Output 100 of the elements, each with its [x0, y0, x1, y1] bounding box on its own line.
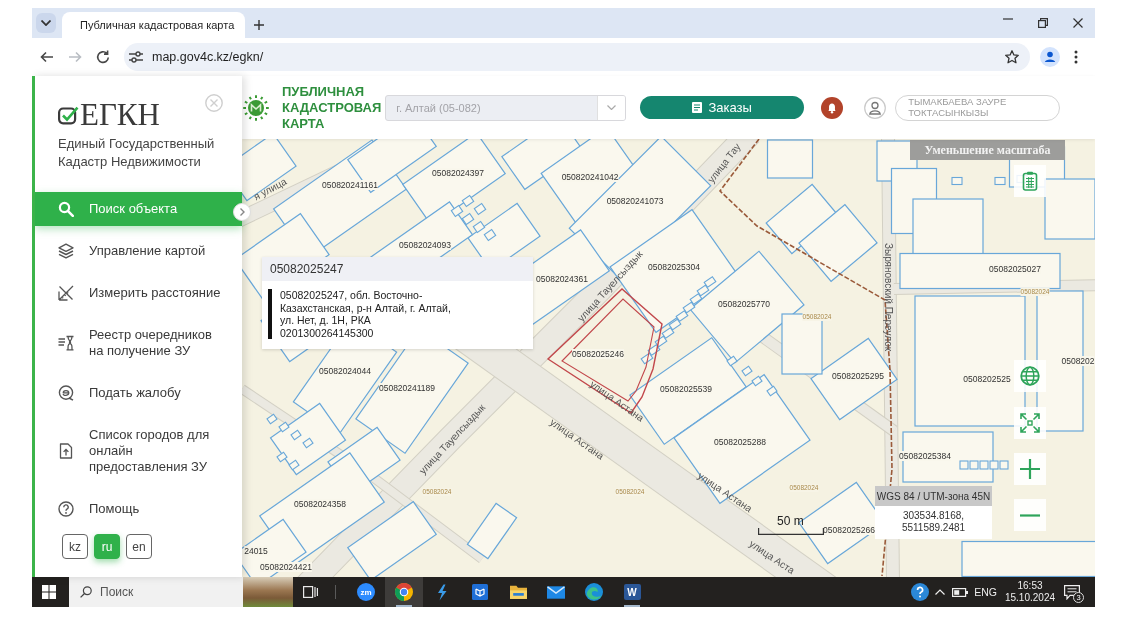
parcel-number: 24015 — [244, 546, 268, 556]
help-icon — [58, 501, 74, 517]
building-outline — [682, 301, 696, 314]
bell-icon[interactable] — [821, 96, 844, 119]
parcel-number: 0508202525 — [963, 374, 1011, 384]
person-icon[interactable] — [1040, 47, 1060, 67]
parcel-number: 05082025770 — [718, 299, 770, 309]
star-icon[interactable] — [1005, 50, 1019, 64]
close-icon[interactable] — [1072, 18, 1083, 28]
list-hourglass-icon — [58, 335, 74, 351]
ruler-icon — [58, 285, 74, 301]
map-title: ПУБЛИЧНАЯ КАДАСТРОВАЯ КАРТА — [282, 83, 382, 132]
language-button[interactable]: en — [126, 534, 152, 559]
building-outline — [302, 437, 314, 449]
clock-time[interactable]: 16:53 — [1017, 580, 1043, 592]
reload-icon[interactable] — [96, 50, 110, 64]
map-control-button[interactable] — [1014, 360, 1046, 392]
minimize-icon[interactable] — [1002, 18, 1013, 20]
building-outline — [675, 309, 689, 323]
building-outline — [726, 355, 738, 367]
building-outline — [751, 375, 763, 387]
sidebar-item[interactable]: Подать жалобу — [35, 376, 242, 410]
layers-icon — [58, 243, 74, 259]
tune-icon[interactable] — [129, 51, 143, 63]
building-outline — [266, 413, 278, 425]
sidebar-item[interactable]: Помощь — [35, 492, 242, 526]
building-outline — [288, 459, 300, 471]
building-outline — [461, 212, 475, 226]
lightning-icon — [437, 583, 447, 601]
restore-icon[interactable] — [1037, 18, 1048, 28]
address-bar[interactable]: map.gov4c.kz/egkn/ — [124, 43, 1030, 71]
search-icon — [58, 201, 74, 217]
building-outline — [661, 326, 675, 340]
tab-list-button[interactable] — [36, 13, 56, 33]
orders-button[interactable]: Заказы — [640, 96, 805, 119]
user-icon[interactable] — [864, 96, 887, 119]
coordinate-system: WGS 84 / UTM-зона 45N — [875, 486, 992, 506]
notification-icon[interactable] — [1064, 584, 1080, 600]
language-indicator[interactable]: ENG — [974, 586, 997, 598]
back-arrow-icon[interactable] — [40, 50, 54, 64]
sun-logo-icon — [243, 94, 269, 121]
scale-label: 50 m — [777, 515, 804, 528]
chevron-right-icon[interactable] — [233, 203, 251, 221]
sidebar-item[interactable]: Управление картой — [35, 234, 242, 268]
coordinate-value: 5511589.2481 — [900, 522, 967, 534]
popup-title: 05082025247 — [262, 257, 533, 281]
parcel-number: 05082025246 — [572, 349, 624, 359]
map-control-button[interactable] — [1014, 165, 1046, 197]
building-outline — [473, 202, 487, 216]
map-control-button[interactable] — [1014, 453, 1046, 485]
plus-icon — [1020, 459, 1040, 479]
taskbar-button[interactable] — [385, 577, 423, 607]
browser-icon — [395, 583, 413, 601]
building-outline — [278, 421, 290, 433]
search-icon — [80, 586, 92, 598]
clock-date[interactable]: 15.10.2024 — [1004, 592, 1056, 604]
taskbar-button[interactable]: W — [613, 577, 651, 607]
parcel-number: 05082025295 — [832, 371, 884, 381]
parcel-number: 05082024421 — [260, 562, 312, 572]
task-view-icon[interactable] — [302, 586, 318, 598]
browser-icon — [585, 583, 603, 601]
chevron-up-icon[interactable] — [935, 589, 946, 595]
chevron-down-icon — [41, 20, 51, 26]
speech-bubble-icon — [58, 385, 74, 401]
parcel-number: 050820241042 — [561, 172, 619, 182]
parcel-number: 050820241161 — [321, 180, 379, 190]
parcel-number: 05082024093 — [399, 240, 451, 250]
logo-text: ЕГКН — [80, 99, 160, 131]
parcel-number: 05082025288 — [714, 437, 766, 447]
browser-tab[interactable]: Публичная кадастровая карта — [62, 12, 245, 38]
parcel-code: 0201300264145300 — [280, 326, 375, 339]
plus-icon[interactable] — [254, 20, 264, 30]
box-icon — [472, 584, 488, 600]
battery-icon[interactable] — [952, 587, 969, 597]
clipboard-list-icon — [1021, 171, 1039, 191]
help-icon[interactable] — [911, 583, 930, 601]
parcel-number: 05082024361 — [536, 274, 588, 284]
sidebar-item[interactable]: Список городов для онлайн предоставления ЗУ — [35, 418, 242, 484]
map-control-button[interactable] — [1014, 407, 1046, 439]
taskbar-search-field[interactable]: Поиск — [69, 577, 293, 607]
parcel-number: 05082025304 — [648, 262, 700, 272]
file-upload-icon — [58, 443, 74, 459]
building-outline — [450, 204, 464, 218]
building-outline — [668, 318, 682, 331]
sidebar-item[interactable]: Измерить расстояние — [35, 276, 242, 310]
parcel-number: 050820241073 — [606, 196, 664, 206]
chevron-down-icon — [607, 105, 617, 110]
menu-icon[interactable] — [1074, 50, 1078, 64]
globe-icon — [1020, 366, 1040, 386]
building-outline — [276, 451, 288, 463]
language-button[interactable]: kz — [62, 534, 88, 559]
building-outline — [696, 284, 710, 297]
sidebar-item[interactable]: Реестр очередников на получение ЗУ — [35, 318, 242, 368]
parcel-number: 05082025539 — [660, 384, 712, 394]
subtitle-text: Единый Государственный Кадастр Недвижимости — [58, 135, 216, 171]
coordinate-value: 303534.8168, — [901, 510, 966, 522]
parcel-number: 05082024358 — [294, 499, 346, 509]
parcel-number: 0508202 — [1061, 356, 1095, 366]
folder-icon — [509, 585, 527, 599]
start-icon[interactable] — [42, 585, 56, 599]
